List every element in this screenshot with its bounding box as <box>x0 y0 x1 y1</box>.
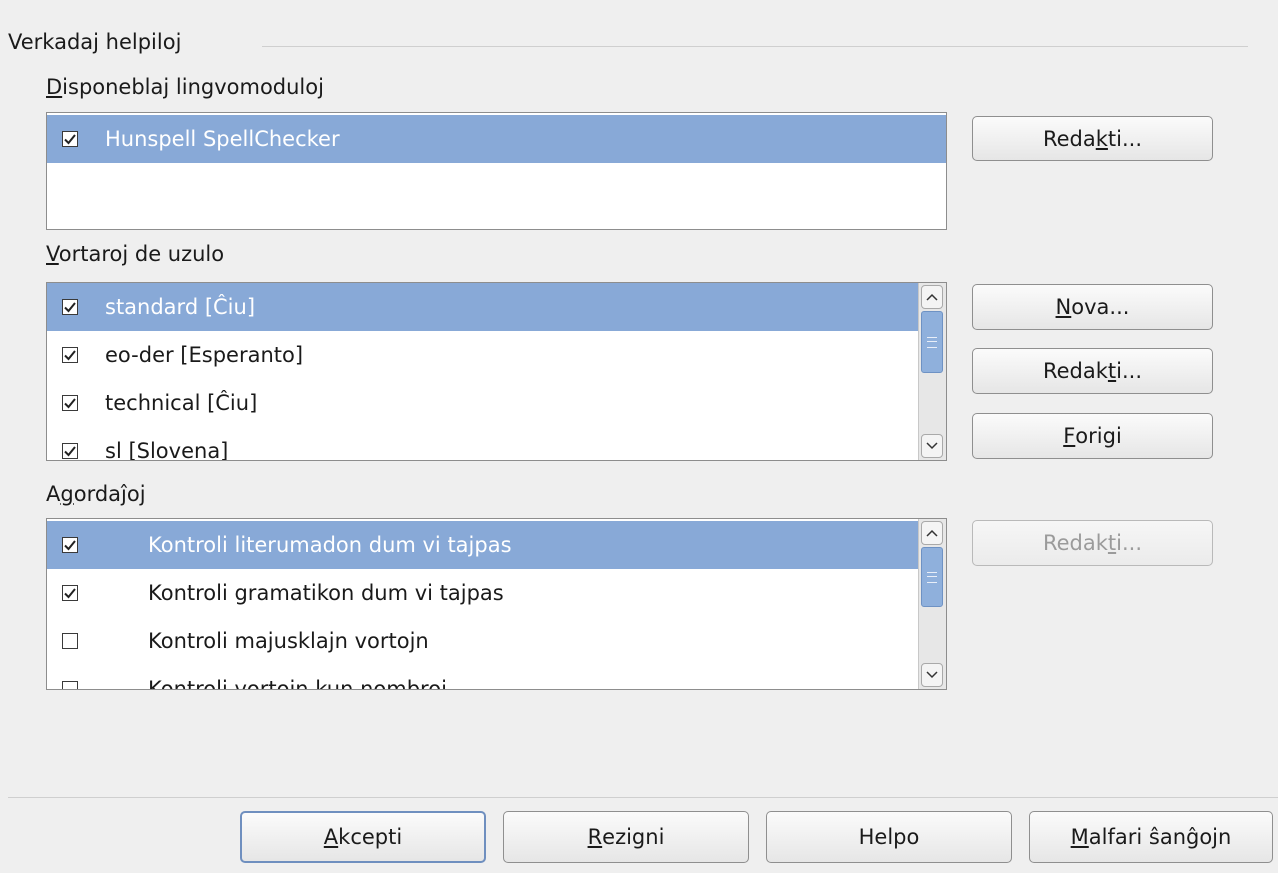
button-mnemonic: N <box>1055 295 1072 319</box>
scroll-down-button[interactable] <box>921 663 943 687</box>
chevron-up-icon <box>926 529 938 537</box>
label-part: isponeblaj lingvomoduloj <box>62 75 324 99</box>
button-mnemonic: F <box>1063 424 1076 448</box>
check-icon <box>64 446 76 457</box>
new-dictionary-button[interactable]: Nova... <box>972 284 1213 330</box>
button-label: ezigni <box>602 825 665 849</box>
option-label: Kontroli majusklajn vortojn <box>148 629 429 653</box>
button-label: i... <box>1116 359 1143 383</box>
options-list[interactable]: Kontroli literumadon dum vi tajpas Kontr… <box>46 518 947 690</box>
checkbox[interactable] <box>62 633 78 649</box>
check-icon <box>64 540 76 551</box>
list-item-eo-der[interactable]: eo-der [Esperanto] <box>47 331 946 379</box>
button-label: ti... <box>1107 126 1143 151</box>
dictionaries-label: Vortaroj de uzulo <box>46 242 224 266</box>
button-label: Reda <box>1042 126 1096 151</box>
option-row-uppercase-words[interactable]: Kontroli majusklajn vortojn <box>47 617 946 665</box>
help-button[interactable]: Helpo <box>766 811 1012 863</box>
cancel-button[interactable]: Rezigni <box>503 811 749 863</box>
label-mnemonic: V <box>46 242 59 266</box>
grip-icon <box>927 571 937 583</box>
scroll-down-button[interactable] <box>921 434 943 458</box>
chevron-down-icon <box>926 442 938 450</box>
list-item-label: Hunspell SpellChecker <box>105 127 340 151</box>
chevron-up-icon <box>926 293 938 301</box>
checkbox[interactable] <box>62 395 78 411</box>
label-mnemonic: D <box>46 75 63 99</box>
list-item-sl[interactable]: sl [Slovena] <box>47 427 946 461</box>
list-item-hunspell[interactable]: Hunspell SpellChecker <box>47 115 946 163</box>
modules-list[interactable]: Hunspell SpellChecker <box>46 112 947 230</box>
label-part: A <box>46 482 61 506</box>
edit-dictionary-button[interactable]: Redak t i... <box>972 348 1213 394</box>
group-title: Verkadaj helpiloj <box>8 30 182 54</box>
label-mnemonic: g <box>60 482 74 506</box>
check-icon <box>64 588 76 599</box>
checkbox[interactable] <box>62 347 78 363</box>
checkbox[interactable] <box>62 131 78 147</box>
checkbox[interactable] <box>62 585 78 601</box>
ok-button[interactable]: Akcepti <box>240 811 486 863</box>
scrollbar[interactable] <box>918 519 946 689</box>
option-label: Kontroli gramatikon dum vi tajpas <box>148 581 504 605</box>
button-label: Redak <box>1042 359 1108 383</box>
options-edit-button[interactable]: Redak t i... <box>972 520 1213 566</box>
delete-dictionary-button[interactable]: Forigi <box>972 413 1213 459</box>
check-icon <box>64 302 76 313</box>
chevron-down-icon <box>926 671 938 679</box>
button-mnemonic: A <box>323 825 339 849</box>
button-mnemonic: M <box>1070 825 1089 849</box>
scroll-thumb[interactable] <box>921 311 943 373</box>
list-item-label: sl [Slovena] <box>105 439 229 461</box>
scrollbar[interactable] <box>918 283 946 460</box>
label-part: ortaroj de uzulo <box>58 242 225 266</box>
button-mnemonic: k <box>1095 126 1108 151</box>
option-label: Kontroli literumadon dum vi tajpas <box>148 533 512 557</box>
scroll-thumb[interactable] <box>921 547 943 607</box>
list-item-label: eo-der [Esperanto] <box>105 343 304 367</box>
footer-divider <box>8 797 1278 798</box>
modules-edit-button[interactable]: Reda k ti... <box>972 116 1213 161</box>
button-label: i... <box>1116 531 1143 555</box>
list-item-label: standard [Ĉiu] <box>105 295 256 319</box>
scroll-up-button[interactable] <box>921 521 943 545</box>
scroll-up-button[interactable] <box>921 285 943 309</box>
checkbox[interactable] <box>62 443 78 459</box>
button-label: origi <box>1075 424 1122 448</box>
check-icon <box>64 398 76 409</box>
check-icon <box>64 134 76 145</box>
button-mnemonic: R <box>587 825 603 849</box>
option-row-grammar-as-you-type[interactable]: Kontroli gramatikon dum vi tajpas <box>47 569 946 617</box>
group-divider <box>262 46 1248 47</box>
button-label: ova... <box>1071 295 1130 319</box>
dictionaries-list[interactable]: standard [Ĉiu] eo-der [Esperanto] techni… <box>46 282 947 461</box>
option-row-spell-as-you-type[interactable]: Kontroli literumadon dum vi tajpas <box>47 521 946 569</box>
button-label: alfari ŝanĝojn <box>1088 825 1232 849</box>
option-label: Kontroli vortojn kun nombroj <box>148 677 447 690</box>
list-item-label: technical [Ĉiu] <box>105 391 258 415</box>
modules-label: Disponeblaj lingvomoduloj <box>46 75 324 99</box>
options-label: Agordaĵoj <box>46 482 146 506</box>
list-item-technical[interactable]: technical [Ĉiu] <box>47 379 946 427</box>
button-label: kcepti <box>338 825 403 849</box>
button-mnemonic: t <box>1107 531 1117 555</box>
grip-icon <box>927 336 937 348</box>
label-part: ordaĵoj <box>73 482 146 506</box>
list-item-standard[interactable]: standard [Ĉiu] <box>47 283 946 331</box>
button-label: Redak <box>1042 531 1108 555</box>
option-row-words-with-numbers[interactable]: Kontroli vortojn kun nombroj <box>47 665 946 690</box>
checkbox[interactable] <box>62 537 78 553</box>
checkbox[interactable] <box>62 681 78 689</box>
check-icon <box>64 350 76 361</box>
button-mnemonic: t <box>1107 359 1117 383</box>
reset-button[interactable]: Malfari ŝanĝojn <box>1029 811 1273 863</box>
button-label: Helpo <box>858 825 920 849</box>
checkbox[interactable] <box>62 299 78 315</box>
